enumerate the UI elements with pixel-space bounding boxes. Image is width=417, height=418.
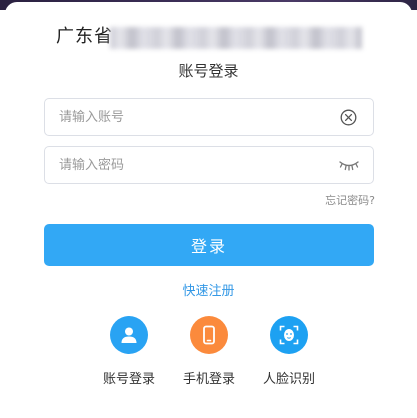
password-input[interactable] xyxy=(59,147,329,183)
login-heading: 账号登录 xyxy=(178,62,239,80)
face-scan-icon xyxy=(279,325,299,345)
account-field[interactable] xyxy=(44,98,374,136)
eye-closed-icon[interactable] xyxy=(339,159,359,171)
user-icon xyxy=(121,327,137,343)
phone-icon xyxy=(203,325,215,345)
phone-login-label: 手机登录 xyxy=(182,372,235,387)
face-recognition-option[interactable]: 人脸识别 xyxy=(253,316,325,387)
face-recognition-label: 人脸识别 xyxy=(262,372,315,387)
face-recognition-circle[interactable] xyxy=(270,316,308,354)
org-title: 广东省 xyxy=(56,26,113,47)
phone-login-option[interactable]: 手机登录 xyxy=(173,316,245,387)
phone-login-circle[interactable] xyxy=(190,316,228,354)
register-link[interactable]: 快速注册 xyxy=(0,280,417,299)
password-field[interactable] xyxy=(44,146,374,184)
account-input[interactable] xyxy=(59,99,329,135)
forgot-password-link[interactable]: 忘记密码? xyxy=(325,192,375,208)
org-name-redacted xyxy=(110,27,362,49)
clear-icon[interactable] xyxy=(340,109,357,126)
account-login-label: 账号登录 xyxy=(102,372,155,387)
login-button[interactable]: 登录 xyxy=(44,224,374,266)
account-login-circle[interactable] xyxy=(110,316,148,354)
account-login-option[interactable]: 账号登录 xyxy=(93,316,165,387)
